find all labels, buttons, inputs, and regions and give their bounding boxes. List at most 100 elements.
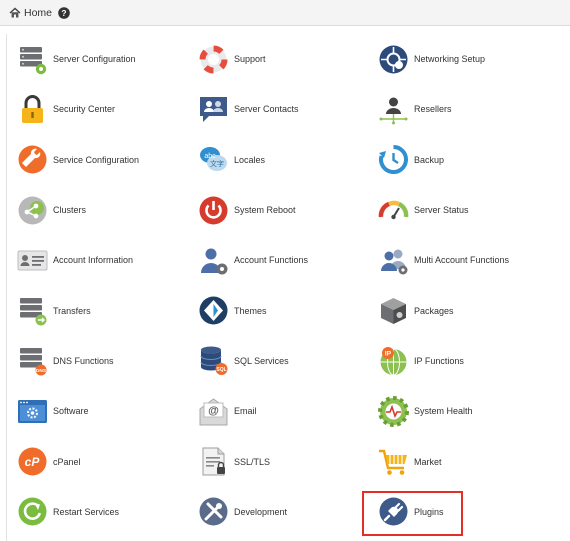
themes-icon	[199, 296, 228, 325]
locales-icon: abc 文字	[200, 147, 227, 172]
svg-text:?: ?	[61, 8, 66, 18]
globe-ip-icon: IP	[380, 347, 407, 376]
tile-label: DNS Functions	[53, 355, 114, 366]
tile-resellers[interactable]: Resellers	[378, 84, 568, 134]
tile-label: Themes	[234, 305, 267, 316]
tile-account-functions[interactable]: Account Functions	[198, 235, 378, 285]
database-icon: SQL	[200, 346, 228, 376]
tile-restart-services[interactable]: Restart Services	[17, 487, 198, 537]
tile-market[interactable]: Market	[378, 436, 568, 486]
tile-ssl-tls[interactable]: SSL/TLS	[198, 436, 378, 486]
development-tools-icon	[199, 497, 228, 526]
tile-label: Support	[234, 54, 266, 65]
clusters-icon	[18, 196, 47, 225]
svg-text:DNS: DNS	[36, 368, 47, 374]
tile-dns-functions[interactable]: DNS DNS Functions	[17, 336, 198, 386]
networking-icon	[379, 45, 408, 74]
email-icon: @	[199, 398, 228, 426]
tile-backup[interactable]: Backup	[378, 135, 568, 185]
package-icon	[381, 298, 406, 325]
transfers-icon	[20, 298, 47, 326]
wrench-icon	[18, 145, 47, 174]
svg-text:@: @	[208, 405, 219, 417]
tile-label: SQL Services	[234, 355, 289, 366]
tile-account-information[interactable]: Account Information	[17, 235, 198, 285]
lifebuoy-icon	[199, 45, 228, 74]
tile-server-configuration[interactable]: Server Configuration	[17, 34, 198, 84]
tile-label: Backup	[414, 154, 445, 165]
tile-service-configuration[interactable]: Service Configuration	[17, 135, 198, 185]
home-icon[interactable]	[9, 7, 21, 19]
svg-text:文字: 文字	[210, 159, 224, 168]
feature-grid: Server Configuration Support Networking …	[17, 34, 568, 537]
padlock-icon	[22, 94, 43, 123]
tile-server-status[interactable]: Server Status	[378, 185, 568, 235]
tile-email[interactable]: @ Email	[198, 386, 378, 436]
tile-sql-services[interactable]: SQL SQL Services	[198, 336, 378, 386]
dns-icon: DNS	[20, 348, 47, 376]
svg-text:cP: cP	[25, 455, 41, 469]
help-icon[interactable]: ?	[58, 6, 70, 19]
tile-cpanel[interactable]: cP cPanel	[17, 436, 198, 486]
svg-text:SQL: SQL	[216, 367, 226, 373]
tile-label: Account Information	[53, 255, 134, 266]
tile-support[interactable]: Support	[198, 34, 378, 84]
tile-ip-functions[interactable]: IP IP Functions	[378, 336, 568, 386]
plug-icon	[379, 497, 408, 526]
tile-label: IP Functions	[414, 355, 464, 366]
health-gear-icon	[378, 395, 409, 427]
software-window-icon	[18, 399, 47, 423]
tile-clusters[interactable]: Clusters	[17, 185, 198, 235]
tile-label: Clusters	[53, 205, 87, 216]
tile-themes[interactable]: Themes	[198, 285, 378, 335]
restart-icon	[18, 497, 47, 526]
tile-transfers[interactable]: Transfers	[17, 285, 198, 335]
tile-label: Server Status	[414, 205, 469, 216]
tile-development[interactable]: Development	[198, 487, 378, 537]
tile-locales[interactable]: abc 文字 Locales	[198, 135, 378, 185]
server-config-icon	[20, 46, 47, 74]
power-icon	[199, 196, 228, 225]
tile-networking-setup[interactable]: Networking Setup	[378, 34, 568, 84]
resellers-icon	[379, 97, 408, 125]
tile-label: Multi Account Functions	[414, 255, 510, 266]
tile-software[interactable]: Software	[17, 386, 198, 436]
tile-label: Plugins	[414, 506, 444, 517]
svg-text:IP: IP	[385, 351, 392, 358]
cart-icon	[379, 449, 407, 475]
tile-security-center[interactable]: Security Center	[17, 84, 198, 134]
tile-multi-account-functions[interactable]: Multi Account Functions	[378, 235, 568, 285]
tile-label: Development	[234, 506, 288, 517]
tile-system-health[interactable]: System Health	[378, 386, 568, 436]
tile-label: Transfers	[53, 305, 91, 316]
tile-label: Resellers	[414, 104, 452, 115]
multi-users-icon	[381, 249, 408, 275]
tile-label: Service Configuration	[53, 154, 140, 165]
contacts-chat-icon	[200, 96, 227, 122]
tile-label: System Health	[414, 406, 473, 417]
tile-label: Restart Services	[53, 506, 120, 517]
tile-server-contacts[interactable]: Server Contacts	[198, 84, 378, 134]
breadcrumb-home-link[interactable]: Home	[24, 7, 52, 19]
tile-label: Packages	[414, 305, 454, 316]
tile-plugins[interactable]: Plugins	[362, 487, 568, 537]
tile-label: Networking Setup	[414, 54, 486, 65]
tile-label: Security Center	[53, 104, 116, 115]
tile-label: Account Functions	[234, 255, 309, 266]
gauge-icon	[378, 200, 409, 219]
user-gear-icon	[201, 248, 228, 275]
tile-label: Market	[414, 456, 442, 467]
home-content: Server Configuration Support Networking …	[6, 34, 570, 541]
backup-icon	[379, 145, 408, 175]
tile-label: System Reboot	[234, 205, 296, 216]
tile-label: Locales	[234, 154, 266, 165]
cpanel-icon: cP	[18, 447, 47, 476]
tile-label: Software	[53, 406, 89, 417]
tile-label: Server Contacts	[234, 104, 299, 115]
breadcrumb: Home ?	[0, 0, 570, 26]
tile-label: Email	[234, 406, 257, 417]
tile-label: Server Configuration	[53, 54, 136, 65]
tile-label: SSL/TLS	[234, 456, 271, 467]
tile-packages[interactable]: Packages	[378, 285, 568, 335]
tile-system-reboot[interactable]: System Reboot	[198, 185, 378, 235]
